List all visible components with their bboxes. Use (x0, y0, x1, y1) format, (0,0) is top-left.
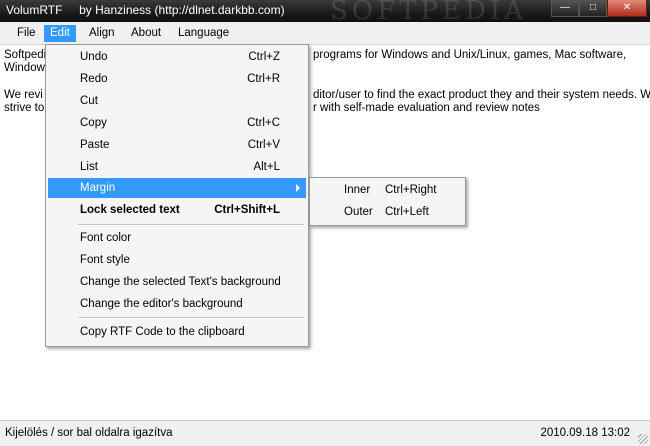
text-line-4-right: r with self-made evaluation and review n… (313, 102, 540, 114)
menu-item-label: Margin (80, 182, 116, 194)
menu-item-shortcut: Ctrl+Z (248, 51, 280, 63)
menu-item-label: Copy (80, 117, 107, 129)
text-line-2-left: Window (4, 62, 45, 74)
menu-item-lock-selected-text[interactable]: Lock selected text Ctrl+Shift+L (48, 200, 306, 220)
menu-separator (78, 224, 304, 226)
edit-menu-dropdown: Undo Ctrl+Z Redo Ctrl+R Cut Copy Ctrl+C … (45, 44, 309, 347)
menu-align[interactable]: Align (83, 25, 121, 42)
menu-item-label: Lock selected text (80, 204, 180, 216)
menu-item-label: Paste (80, 139, 110, 151)
menu-item-shortcut: Alt+L (253, 161, 280, 173)
menu-item-font-color[interactable]: Font color (48, 228, 306, 248)
menu-item-paste[interactable]: Paste Ctrl+V (48, 135, 306, 155)
submenu-item-label: Inner (344, 184, 371, 196)
text-line-3-left: We revi (4, 89, 43, 101)
submenu-item-shortcut: Ctrl+Left (385, 206, 429, 218)
menu-item-label: Change the selected Text's background (80, 276, 281, 288)
status-datetime: 2010.09.18 13:02 (540, 427, 630, 439)
submenu-arrow-icon (296, 184, 300, 192)
submenu-item-outer[interactable]: Outer Ctrl+Left (312, 202, 463, 222)
menu-language[interactable]: Language (172, 25, 235, 42)
menu-edit[interactable]: Edit (44, 25, 76, 42)
status-bar: Kijelölés / sor bal oldalra igazítva 201… (0, 420, 650, 446)
menu-item-font-style[interactable]: Font style (48, 250, 306, 270)
menu-item-cut[interactable]: Cut (48, 91, 306, 111)
maximize-button[interactable]: □ (579, 0, 607, 17)
menu-item-list[interactable]: List Alt+L (48, 157, 306, 177)
menu-item-shortcut: Ctrl+C (247, 117, 280, 129)
close-icon: ✕ (622, 2, 632, 13)
menu-item-label: List (80, 161, 98, 173)
menu-item-label: Copy RTF Code to the clipboard (80, 326, 245, 338)
text-line-1-left: Softpedi (4, 49, 47, 61)
margin-submenu: Inner Ctrl+Right Outer Ctrl+Left (309, 177, 466, 226)
menu-separator (78, 317, 304, 319)
maximize-icon: □ (589, 2, 597, 13)
menu-item-label: Change the editor's background (80, 298, 243, 310)
menu-item-shortcut: Ctrl+R (247, 73, 280, 85)
text-line-4-left: strive to (4, 102, 45, 114)
submenu-item-shortcut: Ctrl+Right (385, 184, 437, 196)
minimize-icon: — (560, 2, 570, 13)
menu-bar: File Edit Align About Language (0, 22, 650, 45)
menu-item-label: Font color (80, 232, 132, 244)
status-text: Kijelölés / sor bal oldalra igazítva (5, 427, 173, 439)
menu-item-redo[interactable]: Redo Ctrl+R (48, 69, 306, 89)
menu-about[interactable]: About (125, 25, 167, 42)
menu-item-copy-rtf-code[interactable]: Copy RTF Code to the clipboard (48, 322, 306, 342)
submenu-item-label: Outer (344, 206, 373, 218)
menu-item-label: Font style (80, 254, 130, 266)
menu-item-undo[interactable]: Undo Ctrl+Z (48, 47, 306, 67)
submenu-item-inner[interactable]: Inner Ctrl+Right (312, 180, 463, 200)
menu-file[interactable]: File (11, 25, 42, 42)
window-title: VolumRTF by Hanziness (http://dlnet.dark… (6, 3, 285, 17)
menu-item-shortcut: Ctrl+Shift+L (214, 204, 280, 216)
menu-item-shortcut: Ctrl+V (247, 139, 280, 151)
minimize-button[interactable]: — (551, 0, 579, 17)
menu-item-label: Redo (80, 73, 108, 85)
window-controls: — □ ✕ (551, 0, 647, 17)
menu-item-change-editor-background[interactable]: Change the editor's background (48, 294, 306, 314)
menu-item-label: Cut (80, 95, 98, 107)
resize-grip-icon[interactable] (638, 434, 648, 444)
close-button[interactable]: ✕ (607, 0, 647, 17)
menu-item-copy[interactable]: Copy Ctrl+C (48, 113, 306, 133)
menu-item-change-selected-text-background[interactable]: Change the selected Text's background (48, 272, 306, 292)
menu-item-label: Undo (80, 51, 108, 63)
text-line-1-right: programs for Windows and Unix/Linux, gam… (313, 49, 627, 61)
title-bar[interactable]: VolumRTF by Hanziness (http://dlnet.dark… (0, 0, 650, 26)
text-line-3-right: ditor/user to find the exact product the… (313, 89, 650, 101)
menu-item-margin[interactable]: Margin (48, 178, 306, 198)
